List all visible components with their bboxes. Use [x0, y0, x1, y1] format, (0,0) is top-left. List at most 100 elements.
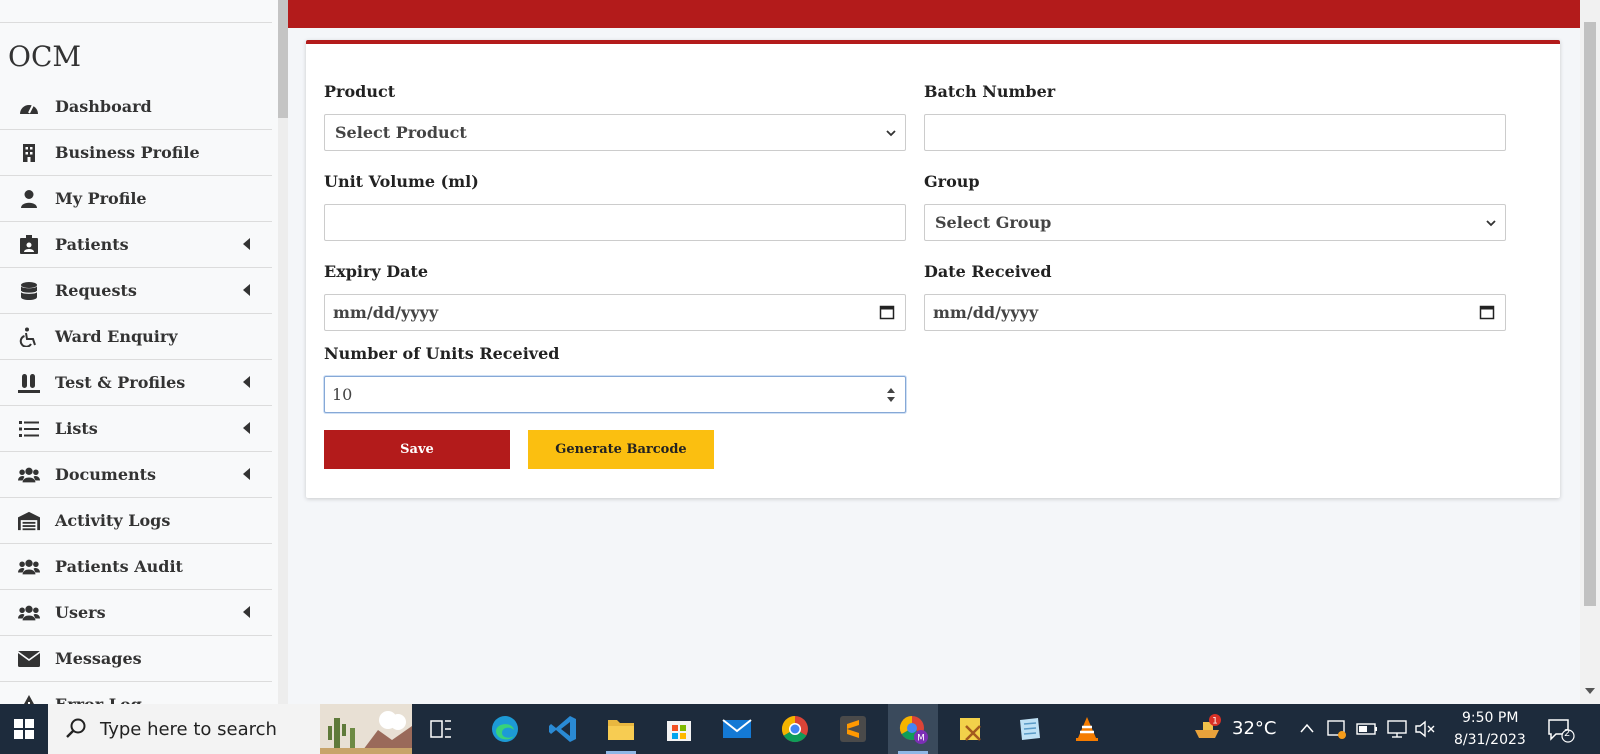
chevron-left-icon [243, 422, 250, 434]
file-explorer-icon[interactable] [596, 704, 646, 754]
sidebar-item-label: Patients Audit [55, 557, 183, 576]
group-select-value: Select Group [935, 213, 1052, 232]
warehouse-icon [18, 511, 40, 531]
product-label: Product [324, 82, 396, 101]
vscode-icon[interactable] [538, 704, 588, 754]
sidebar: OCM Dashboard Business Profile My Profile P… [0, 0, 288, 704]
calendar-icon[interactable] [879, 304, 895, 320]
sidebar-divider [0, 22, 272, 23]
save-button[interactable]: Save [324, 430, 510, 469]
clock-date[interactable]: 8/31/2023 [1454, 732, 1526, 748]
number-spinner-icon[interactable] [885, 384, 897, 406]
user-icon [18, 189, 40, 209]
sidebar-item-users[interactable]: Users [0, 590, 272, 636]
brand-logo[interactable]: OCM [8, 40, 81, 73]
start-button[interactable] [0, 704, 48, 754]
group-label: Group [924, 172, 980, 191]
sidebar-item-test-profiles[interactable]: Test & Profiles [0, 360, 272, 406]
sidebar-item-documents[interactable]: Documents [0, 452, 272, 498]
generate-barcode-button[interactable]: Generate Barcode [528, 430, 714, 469]
sidebar-item-label: Business Profile [55, 143, 200, 162]
sidebar-item-lists[interactable]: Lists [0, 406, 272, 452]
sidebar-item-label: Ward Enquiry [55, 327, 178, 346]
sidebar-item-label: Users [55, 603, 106, 622]
unit-volume-input[interactable] [324, 204, 906, 241]
sidebar-item-ward-enquiry[interactable]: Ward Enquiry [0, 314, 272, 360]
batch-number-label: Batch Number [924, 82, 1056, 101]
chevron-left-icon [243, 468, 250, 480]
calendar-icon[interactable] [1479, 304, 1495, 320]
windows-taskbar: Type here to search M 1 32°C 9:50 PM 8/3… [0, 704, 1600, 754]
expiry-date-placeholder: mm/dd/yyyy [333, 303, 439, 322]
users-icon [18, 557, 40, 577]
sidebar-item-label: Documents [55, 465, 157, 484]
chevron-down-icon [1486, 220, 1496, 227]
id-card-icon [18, 234, 40, 255]
list-icon [18, 419, 40, 439]
weather-icon[interactable]: 1 [1190, 704, 1224, 754]
sidebar-item-label: Requests [55, 281, 137, 300]
building-icon [18, 143, 40, 163]
sidebar-item-label: Patients [55, 235, 129, 254]
chevron-left-icon [243, 606, 250, 618]
test-tubes-icon [18, 373, 40, 393]
sidebar-item-patients-audit[interactable]: Patients Audit [0, 544, 272, 590]
top-header-bar [288, 0, 1580, 28]
search-icon [66, 718, 86, 738]
task-view-icon[interactable] [416, 704, 466, 754]
sidebar-item-error-log[interactable]: Error Log [0, 682, 272, 704]
sidebar-item-messages[interactable]: Messages [0, 636, 272, 682]
vlc-icon[interactable] [1062, 704, 1112, 754]
batch-number-input[interactable] [924, 114, 1506, 151]
weather-badge: 1 [1212, 717, 1218, 727]
sidebar-item-dashboard[interactable]: Dashboard [0, 84, 272, 130]
sync-icon[interactable] [1326, 718, 1348, 740]
sidebar-item-business-profile[interactable]: Business Profile [0, 130, 272, 176]
weather-temp: 32°C [1232, 718, 1277, 739]
sidebar-item-label: Lists [55, 419, 98, 438]
notepad-tools-icon[interactable] [946, 704, 996, 754]
date-received-input[interactable]: mm/dd/yyyy [924, 294, 1506, 331]
taskbar-search-box[interactable]: Type here to search [48, 704, 412, 754]
sidebar-item-my-profile[interactable]: My Profile [0, 176, 272, 222]
users-icon [18, 603, 40, 623]
edge-browser-icon[interactable] [480, 704, 530, 754]
notification-count: 2 [1564, 728, 1571, 739]
users-icon [18, 465, 40, 485]
group-select[interactable]: Select Group [924, 204, 1506, 241]
mail-icon[interactable] [712, 704, 762, 754]
notification-center-icon[interactable] [1546, 716, 1576, 744]
notes-app-icon[interactable] [1004, 704, 1054, 754]
sidebar-item-label: Test & Profiles [55, 373, 186, 392]
expiry-date-label: Expiry Date [324, 262, 429, 281]
sidebar-scrollbar-thumb[interactable] [278, 0, 288, 118]
scroll-down-arrow-icon[interactable] [1585, 688, 1595, 694]
microsoft-store-icon[interactable] [654, 704, 704, 754]
chrome-profile-icon[interactable]: M [888, 704, 938, 754]
volume-muted-icon[interactable] [1414, 719, 1436, 739]
chevron-down-icon [886, 130, 896, 137]
svg-text:M: M [917, 734, 925, 744]
units-received-input[interactable]: 10 [324, 376, 906, 413]
wheelchair-icon [18, 327, 40, 347]
page-scrollbar-thumb[interactable] [1584, 22, 1596, 606]
sidebar-item-label: Activity Logs [55, 511, 171, 530]
battery-icon[interactable] [1356, 721, 1378, 737]
stock-form-card: Product Select Product Batch Number Unit… [306, 40, 1560, 498]
expiry-date-input[interactable]: mm/dd/yyyy [324, 294, 906, 331]
chevron-left-icon [243, 238, 250, 250]
page-scrollbar[interactable] [1580, 0, 1600, 704]
sidebar-nav: Dashboard Business Profile My Profile Patie… [0, 84, 272, 704]
desert-cactus-icon [320, 704, 412, 754]
clock-time[interactable]: 9:50 PM [1462, 710, 1518, 726]
sidebar-item-patients[interactable]: Patients [0, 222, 272, 268]
network-icon[interactable] [1386, 719, 1408, 739]
date-received-placeholder: mm/dd/yyyy [933, 303, 1039, 322]
chrome-icon[interactable] [770, 704, 820, 754]
sidebar-item-requests[interactable]: Requests [0, 268, 272, 314]
chevron-up-icon[interactable] [1300, 722, 1314, 734]
sidebar-item-label: My Profile [55, 189, 147, 208]
sidebar-item-activity-logs[interactable]: Activity Logs [0, 498, 272, 544]
product-select[interactable]: Select Product [324, 114, 906, 151]
sublime-text-icon[interactable] [828, 704, 878, 754]
